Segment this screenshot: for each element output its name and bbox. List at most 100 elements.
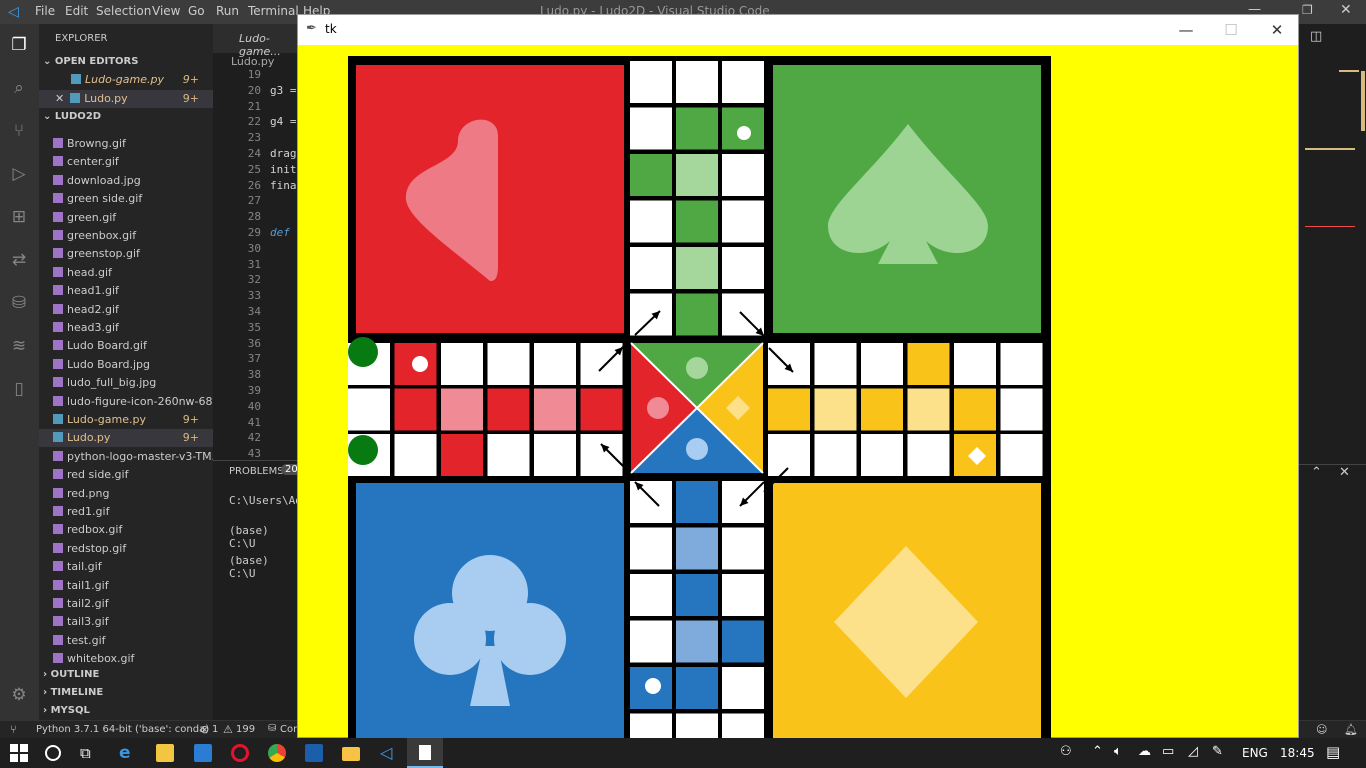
file-item[interactable]: ludo-figure-icon-260nw-687...: [39, 393, 213, 411]
menu-view[interactable]: View: [152, 4, 180, 18]
file-item[interactable]: green side.gif: [39, 190, 213, 208]
feedback-icon[interactable]: ☺: [1316, 723, 1327, 736]
file-item[interactable]: head.gif: [39, 264, 213, 282]
remote-icon[interactable]: ⇄: [8, 249, 30, 271]
file-item[interactable]: Ludo Board.jpg: [39, 356, 213, 374]
close-editor-icon[interactable]: ✕: [55, 92, 64, 105]
menu-terminal[interactable]: Terminal: [248, 4, 299, 18]
chrome-icon[interactable]: [268, 744, 286, 762]
action-center-icon[interactable]: ▤: [1326, 743, 1340, 761]
task-view-icon[interactable]: ⧉: [80, 744, 98, 762]
file-item[interactable]: tail3.gif: [39, 613, 213, 631]
file-item[interactable]: green.gif: [39, 209, 213, 227]
database-icon[interactable]: ⛁: [8, 292, 30, 314]
file-item[interactable]: red.png: [39, 485, 213, 503]
outlook-icon[interactable]: [305, 744, 323, 762]
cloud-icon[interactable]: ☁: [1138, 744, 1151, 759]
edge-icon[interactable]: e: [119, 744, 137, 762]
source-control-icon[interactable]: ⑂: [8, 120, 30, 142]
file-item[interactable]: test.gif: [39, 632, 213, 650]
file-explorer-icon[interactable]: [342, 747, 360, 761]
vscode-taskbar-icon[interactable]: ◁: [380, 744, 398, 762]
green-token[interactable]: [348, 435, 378, 465]
menu-selection[interactable]: Selection: [96, 4, 151, 18]
maximize-panel-icon[interactable]: ⌃: [1311, 465, 1322, 480]
python-interpreter[interactable]: Python 3.7.1 64-bit ('base': conda): [36, 724, 209, 735]
code-line[interactable]: fina: [270, 179, 297, 192]
ludo-board-canvas[interactable]: [348, 56, 1051, 738]
menu-go[interactable]: Go: [188, 4, 205, 18]
timeline-section[interactable]: › TIMELINE: [43, 684, 217, 702]
close-panel-icon[interactable]: ✕: [1339, 465, 1350, 480]
file-item[interactable]: Ludo Board.gif: [39, 337, 213, 355]
store-icon[interactable]: [156, 744, 174, 762]
green-token[interactable]: [348, 337, 378, 367]
open-editor-ludo[interactable]: ✕ Ludo.py 9+: [39, 90, 213, 108]
volume-icon[interactable]: 🔈︎: [1114, 744, 1122, 759]
file-item[interactable]: red1.gif: [39, 503, 213, 521]
file-item[interactable]: greenstop.gif: [39, 245, 213, 263]
menu-edit[interactable]: Edit: [65, 4, 88, 18]
explorer-icon[interactable]: ❐: [8, 34, 30, 56]
code-line[interactable]: init: [270, 163, 297, 176]
file-item[interactable]: redstop.gif: [39, 540, 213, 558]
restore-icon[interactable]: ❐: [1302, 3, 1313, 17]
extensions-icon[interactable]: ⊞: [8, 206, 30, 228]
open-editors-section[interactable]: ⌄ OPEN EDITORS: [43, 53, 217, 71]
pen-icon[interactable]: ✎: [1212, 744, 1223, 759]
network-icon[interactable]: ◿: [1188, 744, 1198, 759]
open-editor-ludo-game[interactable]: Ludo-game.py 9+: [39, 71, 213, 89]
tk-close-icon[interactable]: ✕: [1262, 21, 1292, 39]
device-icon[interactable]: ▯: [8, 378, 30, 400]
remote-status-icon[interactable]: ⑂: [10, 723, 17, 736]
battery-icon[interactable]: ▭: [1162, 744, 1174, 759]
close-icon[interactable]: ✕: [1340, 2, 1352, 18]
opera-icon[interactable]: [231, 744, 249, 762]
file-item[interactable]: greenbox.gif: [39, 227, 213, 245]
menu-file[interactable]: File: [35, 4, 55, 18]
file-item[interactable]: python-logo-master-v3-TM...: [39, 448, 213, 466]
windows-start-icon[interactable]: [10, 744, 28, 762]
tk-minimize-icon[interactable]: —: [1171, 21, 1201, 39]
file-item[interactable]: head3.gif: [39, 319, 213, 337]
notifications-icon[interactable]: 🔔︎: [1344, 723, 1358, 736]
file-item[interactable]: tail1.gif: [39, 577, 213, 595]
mysql-section[interactable]: › MYSQL: [43, 702, 217, 720]
file-item[interactable]: Browng.gif: [39, 135, 213, 153]
language-indicator[interactable]: ENG: [1242, 746, 1268, 760]
file-item[interactable]: head1.gif: [39, 282, 213, 300]
status-extra[interactable]: Cor: [280, 724, 297, 735]
settings-gear-icon[interactable]: ⚙: [8, 684, 30, 706]
file-item[interactable]: Ludo.py 9+: [39, 429, 213, 448]
file-item[interactable]: ludo_full_big.jpg: [39, 374, 213, 392]
run-debug-icon[interactable]: ▷: [8, 163, 30, 185]
file-item[interactable]: tail2.gif: [39, 595, 213, 613]
file-item[interactable]: head2.gif: [39, 301, 213, 319]
tk-maximize-icon[interactable]: ☐: [1216, 21, 1246, 39]
file-item[interactable]: Ludo-game.py 9+: [39, 411, 213, 429]
search-circle-icon[interactable]: [45, 745, 61, 761]
minimap[interactable]: [1299, 46, 1366, 464]
error-count[interactable]: 1: [212, 724, 218, 735]
code-line[interactable]: g4 =: [270, 115, 297, 128]
breadcrumb[interactable]: Ludo.py: [231, 55, 274, 68]
ludo-board[interactable]: [348, 56, 1051, 738]
active-app-slot[interactable]: [407, 738, 443, 768]
mail-icon[interactable]: [194, 744, 212, 762]
chevron-up-icon[interactable]: ⌃: [1092, 744, 1103, 759]
split-editor-icon[interactable]: ◫: [1310, 29, 1322, 44]
menu-run[interactable]: Run: [216, 4, 239, 18]
outline-section[interactable]: › OUTLINE: [43, 666, 217, 684]
people-icon[interactable]: ⚇: [1060, 744, 1072, 759]
file-item[interactable]: download.jpg: [39, 172, 213, 190]
file-item[interactable]: tail.gif: [39, 558, 213, 576]
folder-section[interactable]: ⌄ LUDO2D: [43, 108, 217, 126]
code-line[interactable]: def: [270, 226, 290, 239]
editor-tab[interactable]: Ludo-game...: [213, 24, 297, 58]
problems-tab[interactable]: PROBLEMS: [229, 466, 284, 477]
file-item[interactable]: red side.gif: [39, 466, 213, 484]
search-icon[interactable]: ⌕: [8, 77, 30, 99]
code-line[interactable]: g3 =: [270, 84, 297, 97]
warning-count[interactable]: 199: [236, 724, 255, 735]
file-item[interactable]: center.gif: [39, 153, 213, 171]
